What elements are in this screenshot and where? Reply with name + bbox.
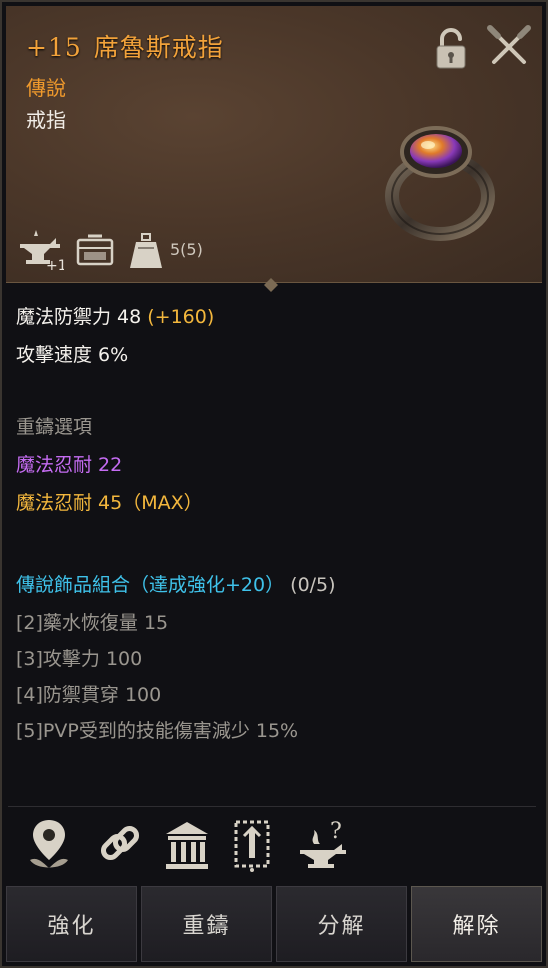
item-meta: +1 5(5)	[16, 228, 256, 274]
item-header: +15 席魯斯戒指 傳說 戒指 +1 5(5)	[6, 6, 542, 283]
weight-icon	[130, 233, 162, 268]
link-icon[interactable]	[96, 816, 144, 874]
storage-box-icon	[76, 234, 114, 266]
upgrade-badge: +1	[46, 258, 64, 272]
item-grade: 傳說	[26, 76, 66, 100]
action-buttons: 強化 重鑄 分解 解除	[6, 886, 542, 962]
anvil-help-icon[interactable]: ?	[294, 816, 350, 874]
close-icon[interactable]	[486, 24, 532, 70]
set-bonus-header: 傳說飾品組合（達成強化+20） (0/5)	[16, 570, 336, 597]
set-bonus-5: [5]PVP受到的技能傷害減少 15%	[16, 720, 299, 742]
item-weight: 5(5)	[170, 240, 203, 259]
enhance-button[interactable]: 強化	[6, 886, 137, 962]
warehouse-icon[interactable]	[162, 816, 212, 874]
item-name: 席魯斯戒指	[93, 33, 224, 62]
stat-bonus: (+160)	[147, 306, 215, 328]
divider-ornament-icon	[264, 278, 278, 292]
item-title: +15 席魯斯戒指	[26, 28, 224, 64]
item-tooltip: +15 席魯斯戒指 傳說 戒指 +1 5(5) 魔法防禦力 48 (+160) …	[0, 0, 548, 968]
item-type: 戒指	[26, 108, 66, 132]
codex-icon[interactable]	[230, 816, 274, 874]
svg-text:?: ?	[330, 819, 342, 844]
reforge-button[interactable]: 重鑄	[141, 886, 272, 962]
set-bonus-4: [4]防禦貫穿 100	[16, 684, 162, 706]
set-bonus-2: [2]藥水恢復量 15	[16, 612, 169, 634]
divider	[8, 806, 536, 807]
ring-icon	[385, 126, 495, 241]
reforge-option-2: 魔法忍耐 45（MAX）	[16, 492, 203, 514]
decompose-button[interactable]: 分解	[276, 886, 407, 962]
enhance-level: +15	[26, 33, 82, 62]
tool-icon-bar: ?	[24, 816, 364, 876]
lock-icon[interactable]	[431, 26, 471, 70]
stat-attack-speed: 攻擊速度 6%	[16, 344, 129, 366]
set-bonus-3: [3]攻擊力 100	[16, 648, 143, 670]
stat-magic-defense: 魔法防禦力 48 (+160)	[16, 306, 215, 328]
reforge-option-1: 魔法忍耐 22	[16, 454, 123, 476]
reforge-title: 重鑄選項	[16, 416, 93, 438]
set-bonus-title: 傳說飾品組合（達成強化+20）	[16, 574, 285, 596]
location-icon[interactable]	[24, 816, 74, 874]
unequip-button[interactable]: 解除	[411, 886, 542, 962]
anvil-upgrade-icon: +1	[20, 230, 64, 272]
set-progress: (0/5)	[290, 574, 336, 596]
